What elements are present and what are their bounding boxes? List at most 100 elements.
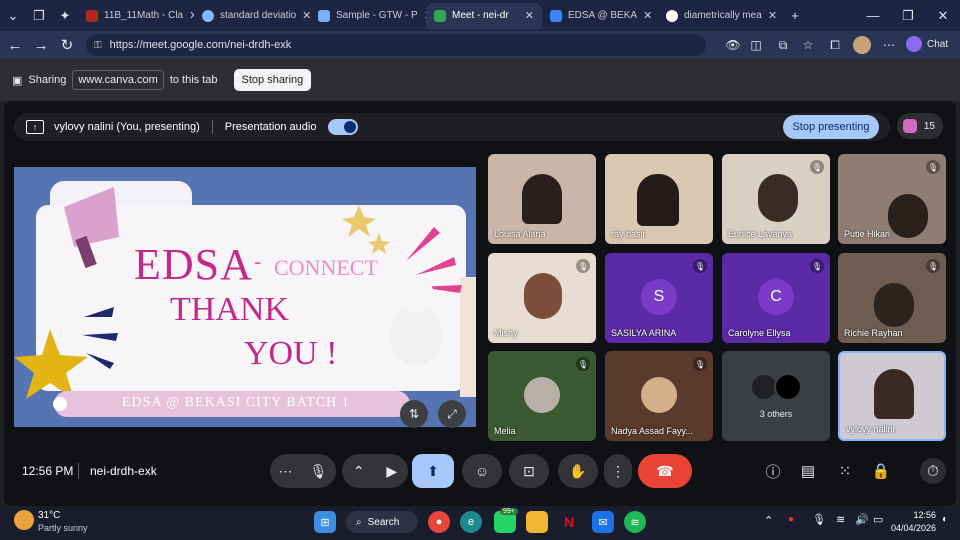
refresh-icon[interactable]: ↻ xyxy=(54,36,80,54)
participant-tile[interactable]: 🎙 Nadya Assad Fayy... xyxy=(605,351,713,441)
more-options-button[interactable]: ⋮ xyxy=(604,454,632,488)
back-icon[interactable]: ← xyxy=(2,37,28,54)
spotify-icon[interactable]: ≋ xyxy=(624,511,646,533)
fullscreen-icon[interactable]: ⤢ xyxy=(438,400,466,428)
notifications-icon[interactable]: ◐ xyxy=(942,514,948,525)
tab-label: Sample - GTW - P xyxy=(336,10,418,21)
meeting-info-icon[interactable]: ⓘ xyxy=(762,460,784,482)
favorites-icon[interactable]: ☆ xyxy=(799,36,817,54)
edge-icon[interactable]: e xyxy=(460,511,482,533)
netflix-icon[interactable]: N xyxy=(558,511,580,533)
tab-favicon-icon xyxy=(666,9,678,22)
microphone-icon[interactable]: 🎙 xyxy=(310,463,328,480)
tab-meet[interactable]: Meet - nei-dr ✕ xyxy=(426,2,542,29)
others-tile[interactable]: 3 others xyxy=(722,351,830,441)
participant-tile[interactable]: 🎙 Melia xyxy=(488,351,596,441)
close-window-icon[interactable]: ✕ xyxy=(930,3,956,29)
participant-tile[interactable]: 🎙 Eunice Lavanya xyxy=(722,154,830,244)
participant-tile[interactable]: 🎙 Putie Hikari xyxy=(838,154,946,244)
tab-search-icon[interactable]: ⌄ xyxy=(0,3,26,29)
slide-title-edsa: EDSA xyxy=(134,240,253,289)
reactions-button[interactable]: ☺ xyxy=(462,454,502,488)
self-view-tile[interactable]: vylovy nalini xyxy=(838,351,946,441)
restore-icon[interactable]: ❐ xyxy=(895,3,921,29)
profile-avatar[interactable] xyxy=(853,36,871,54)
chat-icon[interactable]: ▤ xyxy=(797,460,819,482)
chrome-icon[interactable]: ● xyxy=(428,511,450,533)
tray-overflow-icon[interactable]: ⌃ xyxy=(764,514,773,527)
tab-math[interactable]: 11B_11Math - Cla ✕ xyxy=(78,3,194,29)
close-tab-icon[interactable]: ✕ xyxy=(418,9,426,22)
audio-options-icon[interactable]: ⋯ xyxy=(279,463,293,480)
participant-tile[interactable]: S 🎙 SASILYA ARINA xyxy=(605,253,713,343)
volume-icon[interactable]: 🔊 xyxy=(855,513,869,526)
tab-sample-gtw[interactable]: Sample - GTW - P ✕ xyxy=(310,3,426,29)
pinned-tab-icon[interactable]: ✦ xyxy=(52,3,78,29)
present-now-button[interactable]: ⬆ xyxy=(412,454,454,488)
presented-slide: EDSA - CONNECT THANK YOU ! EDSA @ BEKASI… xyxy=(14,167,476,427)
new-tab-icon[interactable]: + xyxy=(782,3,808,29)
participant-avatar xyxy=(774,373,802,401)
activities-icon[interactable]: ⁙ xyxy=(834,460,856,482)
participant-video xyxy=(637,174,679,226)
tab-diametrically[interactable]: diametrically mea ✕ xyxy=(658,3,776,29)
close-tab-icon[interactable]: ✕ xyxy=(296,9,310,22)
participant-tile[interactable]: C 🎙 Carolyne Ellysa xyxy=(722,253,830,343)
workspaces-icon[interactable]: ❒ xyxy=(26,3,52,29)
security-icon[interactable]: ● xyxy=(788,514,794,525)
mail-icon[interactable]: ✉ xyxy=(592,511,614,533)
wifi-icon[interactable]: ≋ xyxy=(836,513,845,526)
weather-icon[interactable] xyxy=(14,510,34,530)
leave-call-button[interactable]: ☎ xyxy=(638,454,692,488)
slide-connect: CONNECT xyxy=(274,255,378,280)
participant-tile[interactable]: 🎙 Mishy xyxy=(488,253,596,343)
raise-hand-button[interactable]: ✋ xyxy=(558,454,598,488)
audio-control-group: ⋯ 🎙 xyxy=(270,454,336,488)
search-icon: ⌕ xyxy=(356,516,362,528)
taskbar-search[interactable]: ⌕ Search xyxy=(346,511,418,533)
tab-favicon-icon xyxy=(86,9,98,22)
minimize-icon[interactable]: — xyxy=(860,3,886,29)
participant-tile[interactable]: 🎙 Richie Rayhan xyxy=(838,253,946,343)
tab-standard-deviation[interactable]: standard deviatio ✕ xyxy=(194,3,310,29)
close-tab-icon[interactable]: ✕ xyxy=(637,9,652,22)
collections-icon[interactable]: ⧠ xyxy=(826,36,844,54)
extensions-icon[interactable]: ⧉ xyxy=(774,36,792,54)
camera-icon[interactable]: ◫ xyxy=(747,36,765,54)
stop-sharing-button[interactable]: Stop sharing xyxy=(233,69,312,91)
participant-tile[interactable]: ray basir xyxy=(605,154,713,244)
swap-view-icon[interactable]: ⇅ xyxy=(400,400,428,428)
windows-start-icon[interactable]: ⊞ xyxy=(314,511,336,533)
forward-icon[interactable]: → xyxy=(28,37,54,54)
video-options-icon[interactable]: ⌃ xyxy=(353,463,365,480)
url-field[interactable]: ⚿ https://meet.google.com/nei-drdh-exk xyxy=(86,34,706,56)
close-tab-icon[interactable]: ✕ xyxy=(183,9,194,22)
file-explorer-icon[interactable] xyxy=(526,511,548,533)
site-info-icon[interactable]: ⚿ xyxy=(94,40,102,51)
battery-icon[interactable]: ▭ xyxy=(873,513,883,526)
muted-mic-icon: 🎙 xyxy=(576,259,590,273)
mic-tray-icon[interactable]: 🎙 xyxy=(812,513,826,526)
tab-edsa[interactable]: EDSA @ BEKA ✕ xyxy=(542,3,658,29)
camera-toggle-icon[interactable]: ▶ xyxy=(386,463,397,480)
video-control-group: ⌃ ▶ xyxy=(342,454,408,488)
close-tab-icon[interactable]: ✕ xyxy=(519,9,534,22)
more-menu-icon[interactable]: ⋯ xyxy=(880,36,898,54)
clock-time[interactable]: 12:56 xyxy=(896,510,936,520)
participant-video xyxy=(758,174,798,222)
copilot-chat-button[interactable]: Chat xyxy=(906,36,948,52)
chat-label: Chat xyxy=(927,38,949,50)
share-screen-icon: ▣ xyxy=(12,74,23,87)
clock-date[interactable]: 04/04/2026 xyxy=(890,523,936,533)
profile-avatar[interactable]: ⏱ xyxy=(920,458,946,484)
participants-icon xyxy=(903,119,917,133)
tracking-icon[interactable]: 👁 xyxy=(724,36,742,54)
participant-name: Eunice Lavanya xyxy=(728,229,793,239)
captions-button[interactable]: ⊡ xyxy=(509,454,549,488)
stop-presenting-button[interactable]: Stop presenting xyxy=(783,115,879,139)
people-count-button[interactable]: 15 xyxy=(897,113,943,139)
close-tab-icon[interactable]: ✕ xyxy=(762,9,776,22)
presentation-audio-toggle[interactable] xyxy=(328,119,359,135)
host-controls-icon[interactable]: 🔒 xyxy=(870,460,892,482)
participant-tile[interactable]: Louisa Alana xyxy=(488,154,596,244)
